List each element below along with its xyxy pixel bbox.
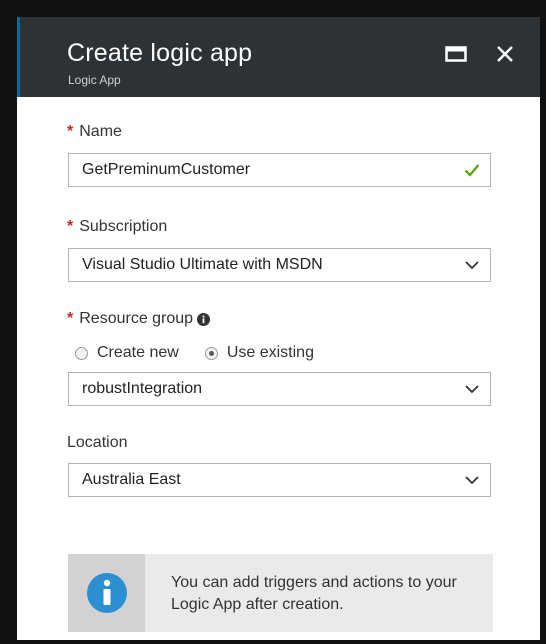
radio-use-existing[interactable]: Use existing (204, 344, 314, 362)
info-icon[interactable] (197, 312, 211, 326)
resource-group-radio-group: Create new Use existing (75, 342, 340, 364)
radio-use-existing-label: Use existing (226, 344, 314, 361)
name-field[interactable]: GetPreminumCustomer (68, 153, 491, 187)
location-select[interactable]: Australia East (68, 463, 491, 497)
window-frame: Create logic app Logic App * Name GetPrem… (0, 0, 546, 644)
required-marker: * (67, 123, 74, 140)
checkmark-icon (454, 154, 490, 186)
blade-header: Create logic app Logic App (17, 17, 540, 97)
create-logic-app-blade: Create logic app Logic App * Name GetPrem… (17, 17, 540, 640)
required-marker: * (67, 218, 74, 235)
radio-circle (75, 346, 88, 360)
chevron-down-icon (454, 464, 490, 496)
subscription-label: Subscription (79, 218, 168, 235)
blade-subtitle: Logic App (68, 73, 121, 87)
location-label: Location (67, 434, 128, 451)
required-marker: * (67, 310, 74, 327)
blade-title: Create logic app (67, 39, 253, 67)
header-accent-bar (17, 17, 20, 97)
maximize-icon (445, 46, 467, 62)
radio-create-new[interactable]: Create new (75, 344, 179, 362)
chevron-down-icon (454, 249, 490, 281)
resource-group-label: Resource group (79, 310, 194, 327)
info-circle-icon (86, 573, 127, 613)
info-icon-cell (68, 554, 145, 632)
chevron-down-icon (454, 373, 490, 405)
subscription-select[interactable]: Visual Studio Ultimate with MSDN (68, 248, 491, 282)
resource-group-select-value: robustIntegration (82, 380, 203, 397)
name-label: Name (79, 123, 122, 140)
name-label-row: * Name (67, 123, 122, 141)
close-icon (497, 46, 513, 62)
subscription-select-value: Visual Studio Ultimate with MSDN (82, 256, 323, 273)
radio-circle-selected (204, 346, 218, 360)
maximize-button[interactable] (443, 41, 469, 67)
resource-group-select[interactable]: robustIntegration (68, 372, 491, 406)
subscription-label-row: * Subscription (67, 218, 167, 236)
location-select-value: Australia East (82, 471, 181, 488)
resource-group-label-row: * Resource group (67, 310, 211, 328)
info-message-text: You can add triggers and actions to your… (171, 574, 457, 613)
info-message-box: You can add triggers and actions to your… (68, 554, 493, 632)
name-field-value: GetPreminumCustomer (82, 161, 251, 178)
radio-create-new-label: Create new (97, 344, 179, 361)
close-button[interactable] (492, 41, 518, 67)
